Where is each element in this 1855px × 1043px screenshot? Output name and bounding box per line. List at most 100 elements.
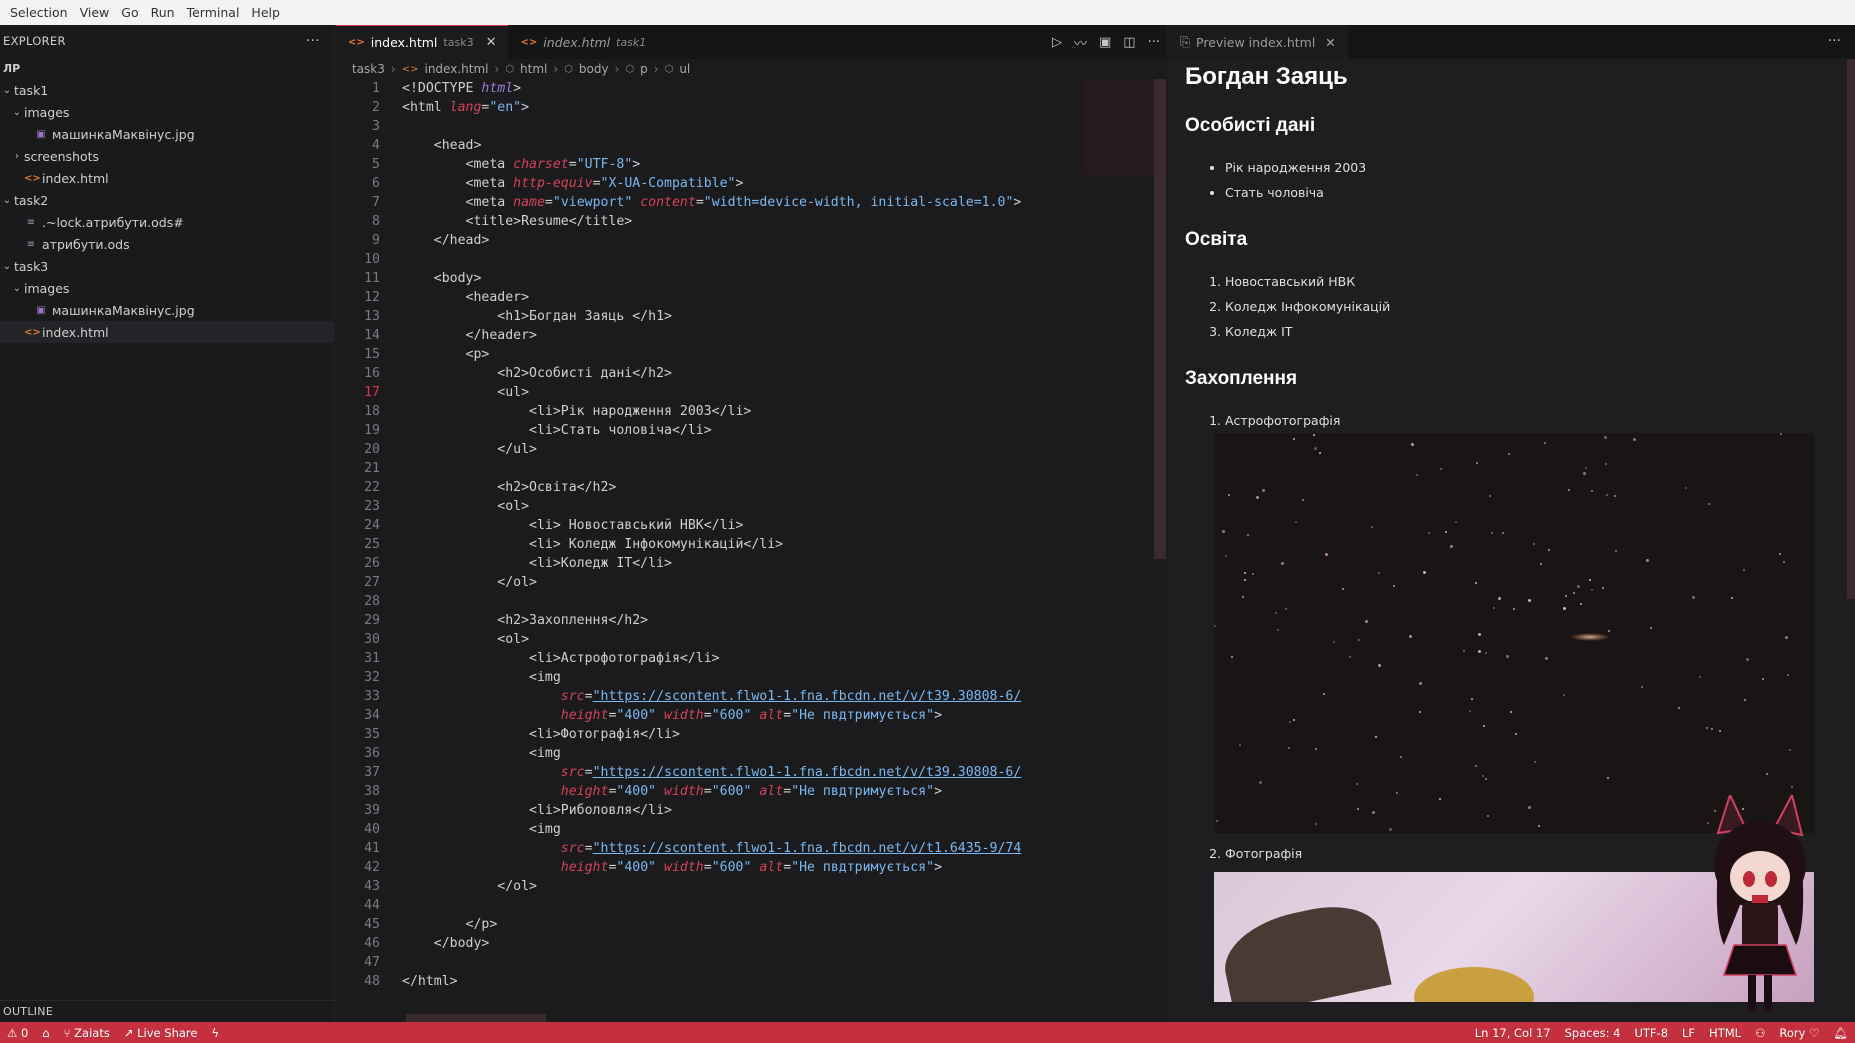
minimap[interactable] xyxy=(1082,79,1154,175)
line-number: 5 xyxy=(372,157,380,172)
code-line: 15 <p> xyxy=(336,345,1166,364)
menu-selection[interactable]: Selection xyxy=(4,5,74,20)
menu-help[interactable]: Help xyxy=(245,5,286,20)
code-token: </head> xyxy=(402,233,490,248)
code-line: 36 <img xyxy=(336,744,1166,763)
code-line: 16 <h2>Особисті дані</h2> xyxy=(336,364,1166,383)
line-number: 15 xyxy=(364,347,380,362)
menu-terminal[interactable]: Terminal xyxy=(181,5,246,20)
code-token: </p> xyxy=(402,917,498,932)
tree-file[interactable]: <> index.html xyxy=(0,321,334,343)
code-line: 14 </header> xyxy=(336,326,1166,345)
code-line: 3 xyxy=(336,117,1166,136)
star xyxy=(1533,543,1535,545)
line-number: 46 xyxy=(364,936,380,951)
line-number: 36 xyxy=(364,746,380,761)
language-mode[interactable]: HTML xyxy=(1702,1026,1748,1040)
code-token: <img xyxy=(402,746,561,761)
split-editor-icon[interactable]: ◫ xyxy=(1123,35,1135,50)
code-token: <body> xyxy=(402,271,482,286)
menu-go[interactable]: Go xyxy=(115,5,144,20)
menu-view[interactable]: View xyxy=(74,5,116,20)
bell-icon[interactable]: 🔔︎ xyxy=(1826,1026,1855,1040)
tree-folder[interactable]: ⌄ task1 xyxy=(0,79,334,101)
code-token: <img xyxy=(402,670,561,685)
code-token: = xyxy=(592,176,601,191)
tab-index-task1[interactable]: <> index.html task1 xyxy=(508,25,658,59)
problems-indicator[interactable]: ⚠ 0 xyxy=(0,1026,35,1040)
image-file-icon: ▣ xyxy=(36,128,46,140)
open-preview-icon[interactable]: ▣ xyxy=(1099,35,1111,50)
code-token: <ol> xyxy=(402,499,530,514)
breadcrumb-item[interactable]: html xyxy=(520,62,547,76)
tree-folder[interactable]: ⌄ task2 xyxy=(0,189,334,211)
code-token: <li>Риболовля</li> xyxy=(402,803,672,818)
explorer-more-icon[interactable]: ··· xyxy=(306,33,320,49)
more-actions-icon[interactable]: ··· xyxy=(1828,33,1841,49)
encoding[interactable]: UTF-8 xyxy=(1627,1026,1675,1040)
list-item: Рік народження 2003 xyxy=(1225,155,1855,180)
tree-file[interactable]: <> index.html xyxy=(0,167,334,189)
chevron-right-icon: › xyxy=(553,62,559,76)
branch-indicator[interactable]: ⑂ Zaiats xyxy=(57,1026,117,1040)
workspace-root[interactable]: ЛР xyxy=(0,57,334,79)
live-share-button[interactable]: ↗ Live Share xyxy=(117,1026,205,1040)
workspace-root-label: ЛР xyxy=(3,61,21,75)
tree-folder[interactable]: ⌄ images xyxy=(0,277,334,299)
lightning-icon[interactable]: ϟ xyxy=(204,1026,226,1040)
line-number: 2 xyxy=(372,100,380,115)
indentation[interactable]: Spaces: 4 xyxy=(1558,1026,1628,1040)
chevron-down-icon: ⌄ xyxy=(2,84,12,96)
tree-folder[interactable]: › screenshots xyxy=(0,145,334,167)
code-token: > xyxy=(934,860,943,875)
breadcrumb-item[interactable]: p xyxy=(640,62,648,76)
timeline-icon[interactable]: 〰 xyxy=(1074,33,1087,52)
code-editor[interactable]: 1 <!DOCTYPE html> 2 <html lang="en"> 3 4 <hea… xyxy=(336,79,1166,1022)
breadcrumb-item[interactable]: body xyxy=(579,62,609,76)
breadcrumb-item[interactable]: index.html xyxy=(424,62,488,76)
tree-file[interactable]: ≡ атрибути.ods xyxy=(0,233,334,255)
star xyxy=(1315,823,1317,825)
close-icon[interactable]: ✕ xyxy=(486,35,497,50)
cursor-position[interactable]: Ln 17, Col 17 xyxy=(1468,1026,1558,1040)
code-content: <li>Стать чоловіча</li> xyxy=(380,423,712,438)
status-bar: ⚠ 0 ⌂ ⑂ Zaiats ↗ Live Share ϟ Ln 17, Col… xyxy=(0,1022,1855,1043)
star xyxy=(1485,652,1487,654)
more-actions-icon[interactable]: ··· xyxy=(1148,35,1160,50)
home-icon[interactable]: ⌂ xyxy=(35,1026,56,1040)
star xyxy=(1471,698,1473,700)
tree-folder[interactable]: ⌄ task3 xyxy=(0,255,334,277)
end-of-line[interactable]: LF xyxy=(1675,1026,1702,1040)
breadcrumb-item[interactable]: ul xyxy=(679,62,690,76)
code-token: <li> Новоставський НВК</li> xyxy=(402,518,744,533)
code-token: height xyxy=(560,784,609,799)
close-icon[interactable]: ✕ xyxy=(1325,35,1335,50)
star xyxy=(1469,710,1471,712)
code-line: 42 height="400" width="600" alt="Не пвдт… xyxy=(336,858,1166,877)
tree-folder[interactable]: ⌄ images xyxy=(0,101,334,123)
star xyxy=(1411,443,1414,446)
editor-horizontal-scrollbar[interactable] xyxy=(406,1014,546,1022)
tree-file[interactable]: ≡ .~lock.атрибути.ods# xyxy=(0,211,334,233)
editor-scrollbar[interactable] xyxy=(1154,79,1166,559)
run-icon[interactable]: ▷ xyxy=(1052,35,1062,50)
chevron-right-icon: › xyxy=(653,62,659,76)
outline-section[interactable]: OUTLINE xyxy=(0,1000,335,1022)
tab-index-task3[interactable]: <> index.html task3 ✕ xyxy=(336,25,509,59)
menu-run[interactable]: Run xyxy=(145,5,181,20)
star xyxy=(1678,707,1680,709)
preview-scrollbar[interactable] xyxy=(1847,59,1855,599)
broadcast-icon[interactable]: ⚇ xyxy=(1748,1026,1772,1040)
breadcrumb-item[interactable]: task3 xyxy=(352,62,385,76)
tree-file[interactable]: ▣ машинкаМаквінус.jpg xyxy=(0,123,334,145)
preview-section-title: Захоплення xyxy=(1185,368,1298,389)
code-token: "Не пвдтримується" xyxy=(791,784,935,799)
code-token: <title>Resume</title> xyxy=(402,214,633,229)
star xyxy=(1378,664,1381,667)
star xyxy=(1478,633,1481,636)
user-account[interactable]: Rory ♡ xyxy=(1772,1026,1826,1040)
tree-file[interactable]: ▣ машинкаМаквінус.jpg xyxy=(0,299,334,321)
tab-preview[interactable]: ⎘ Preview index.html ✕ xyxy=(1168,25,1348,59)
